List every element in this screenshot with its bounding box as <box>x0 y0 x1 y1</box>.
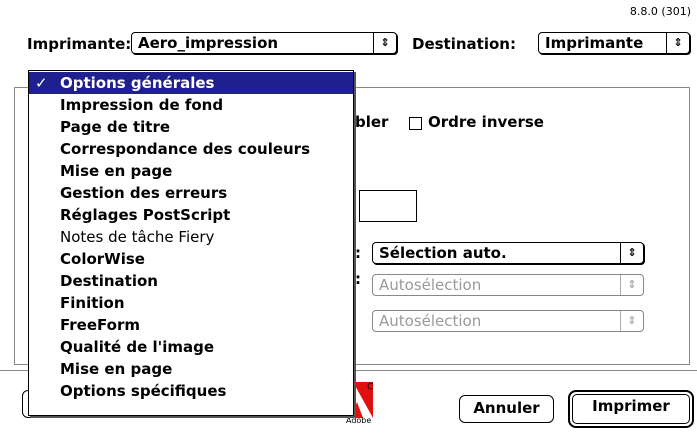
menu-item-options-generales[interactable]: ✓ Options générales <box>29 72 353 94</box>
menu-item-correspondance-couleurs[interactable]: Correspondance des couleurs <box>29 138 353 160</box>
popup-label-fragment: : <box>355 244 361 262</box>
collate-label-fragment: bler <box>355 113 389 131</box>
destination-value: Imprimante <box>545 34 644 52</box>
menu-item-options-specifiques[interactable]: Options spécifiques <box>29 380 353 402</box>
menu-item-notes-tache-fiery[interactable]: Notes de tâche Fiery <box>29 226 353 248</box>
updown-arrows-icon: ⇕ <box>620 275 643 295</box>
printer-value: Aero_impression <box>138 34 279 52</box>
adobe-logo-text: Adobe <box>346 416 372 425</box>
copies-text-field[interactable] <box>359 190 417 222</box>
selection-popup-2-value: Autosélection <box>379 276 482 294</box>
checkmark-icon: ✓ <box>35 74 48 92</box>
printer-popup[interactable]: Aero_impression ⇕ <box>131 32 397 54</box>
menu-item-reglages-postscript[interactable]: Réglages PostScript <box>29 204 353 226</box>
cancel-button[interactable]: Annuler <box>459 395 554 423</box>
destination-popup[interactable]: Imprimante ⇕ <box>538 32 690 54</box>
menu-item-page-de-titre[interactable]: Page de titre <box>29 116 353 138</box>
printer-label: Imprimante: <box>27 35 132 53</box>
selection-popup-1[interactable]: Sélection auto. ⇕ <box>372 242 644 264</box>
menu-item-finition[interactable]: Finition <box>29 292 353 314</box>
menu-item-mise-en-page-2[interactable]: Mise en page <box>29 358 353 380</box>
selection-popup-3: Autosélection ⇕ <box>372 310 644 332</box>
popup-label-fragment: : <box>355 270 361 288</box>
updown-arrows-icon: ⇕ <box>620 311 643 331</box>
menu-item-label: Options générales <box>60 74 215 92</box>
updown-arrows-icon: ⇕ <box>373 33 396 53</box>
menu-item-qualite-image[interactable]: Qualité de l'image <box>29 336 353 358</box>
selection-popup-1-value: Sélection auto. <box>379 244 507 262</box>
menu-item-freeform[interactable]: FreeForm <box>29 314 353 336</box>
reverse-order-checkbox[interactable] <box>409 117 422 130</box>
version-label: 8.8.0 (301) <box>629 5 691 18</box>
selection-popup-3-value: Autosélection <box>379 312 482 330</box>
reverse-order-label: Ordre inverse <box>428 113 544 131</box>
updown-arrows-icon: ⇕ <box>666 33 689 53</box>
print-button-label: Imprimer <box>572 394 690 424</box>
menu-item-destination[interactable]: Destination <box>29 270 353 292</box>
panel-menu[interactable]: ✓ Options générales Impression de fond P… <box>28 70 354 416</box>
print-button[interactable]: Imprimer <box>568 390 694 428</box>
selection-popup-2: Autosélection ⇕ <box>372 274 644 296</box>
menu-item-impression-de-fond[interactable]: Impression de fond <box>29 94 353 116</box>
menu-item-mise-en-page[interactable]: Mise en page <box>29 160 353 182</box>
menu-item-gestion-erreurs[interactable]: Gestion des erreurs <box>29 182 353 204</box>
menu-item-colorwise[interactable]: ColorWise <box>29 248 353 270</box>
updown-arrows-icon: ⇕ <box>620 243 643 263</box>
destination-label: Destination: <box>412 35 516 53</box>
